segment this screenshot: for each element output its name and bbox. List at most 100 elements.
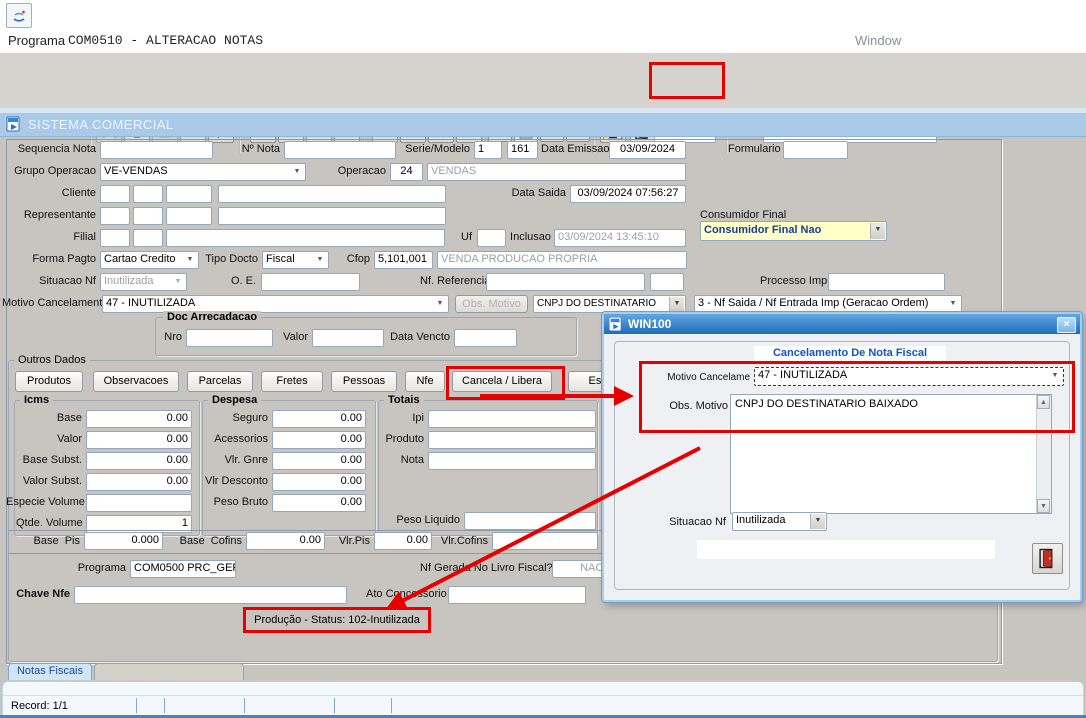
tipo-nf-value: 3 - Nf Saida / Nf Entrada Imp (Geracao O… (698, 297, 928, 309)
dialog-title-bar[interactable]: WIN100 × (604, 314, 1080, 334)
chave-nfe-field[interactable] (74, 586, 347, 604)
close-icon[interactable]: × (1057, 317, 1076, 333)
representante-name-field[interactable] (218, 207, 446, 225)
chevron-down-icon[interactable]: ▼ (870, 223, 885, 239)
icms-valor-field[interactable]: 0.00 (86, 431, 192, 449)
chevron-down-icon[interactable]: ▼ (433, 297, 447, 311)
nota-field[interactable] (428, 452, 596, 470)
icms-valor-subst-field[interactable]: 0.00 (86, 473, 192, 491)
seguro-field[interactable]: 0.00 (272, 410, 366, 428)
record-indicator: Record: 1/1 (11, 700, 68, 712)
cliente-field-1[interactable] (100, 185, 130, 203)
especie-volume-field[interactable] (86, 494, 192, 512)
cfop-label: Cfop (340, 253, 370, 266)
ato-concessorio-field[interactable] (448, 586, 586, 604)
oe-field[interactable] (261, 273, 360, 291)
acessorios-field[interactable]: 0.00 (272, 431, 366, 449)
nro-field[interactable] (186, 329, 273, 347)
peso-bruto-field[interactable]: 0.00 (272, 494, 366, 512)
dialog-title: WIN100 (628, 317, 671, 331)
tab-produtos[interactable]: Produtos (15, 371, 83, 392)
tab-cancela-libera[interactable]: Cancela / Libera (452, 371, 552, 392)
tab-fretes[interactable]: Fretes (261, 371, 323, 392)
data-vencto-field[interactable] (454, 329, 517, 347)
representante-field-3[interactable] (166, 207, 212, 225)
sequencia-nota-field[interactable] (100, 141, 213, 159)
icms-base-field[interactable]: 0.00 (86, 410, 192, 428)
grupo-operacao-dropdown[interactable]: VE-VENDAS ▼ (100, 163, 306, 181)
vlr-cofins-field[interactable] (492, 532, 598, 550)
vlr-gnre-field[interactable]: 0.00 (272, 452, 366, 470)
dialog-obs-textarea[interactable]: CNPJ DO DESTINATARIO BAIXADO ▲ ▼ (730, 394, 1052, 514)
dialog-motivo-dropdown[interactable]: 47 - INUTILIZADA ▼ (754, 367, 1064, 386)
operacao-code-field[interactable]: 24 (390, 163, 423, 181)
uf-field[interactable] (477, 229, 506, 247)
nf-referencia-field-2[interactable] (650, 273, 684, 291)
chevron-down-icon[interactable]: ▼ (183, 253, 197, 267)
cliente-name-field[interactable] (218, 185, 446, 203)
chevron-down-icon[interactable]: ▼ (669, 297, 684, 311)
dialog-situacao-dropdown[interactable]: Inutilizada ▼ (732, 512, 827, 531)
java-applet-icon[interactable] (6, 3, 32, 28)
base-pis-field[interactable]: 0.000 (84, 532, 163, 550)
vlr-pis-field[interactable]: 0.00 (374, 532, 432, 550)
produto-label: Produto (382, 433, 424, 446)
forma-pagto-dropdown[interactable]: Cartao Credito ▼ (100, 251, 199, 269)
obs-motivo-dropdown[interactable]: CNPJ DO DESTINATARIO ▼ (533, 295, 686, 313)
tab-notas-fiscais[interactable]: Notas Fiscais (8, 663, 92, 680)
dialog-exit-button[interactable] (1032, 543, 1063, 574)
data-saida-field[interactable]: 03/09/2024 07:56:27 (570, 185, 686, 203)
vlr-desconto-field[interactable]: 0.00 (272, 473, 366, 491)
valor-field[interactable] (312, 329, 384, 347)
tab-empty[interactable] (94, 663, 244, 680)
peso-liquido-field[interactable] (464, 512, 596, 530)
formulario-field[interactable] (783, 141, 848, 159)
obs-motivo-button: Obs. Motivo (455, 295, 528, 313)
tab-pessoas[interactable]: Pessoas (331, 371, 397, 392)
inclusao-label: Inclusao (509, 231, 551, 244)
menu-programa[interactable]: Programa (8, 33, 65, 48)
processo-imp-field[interactable] (828, 273, 945, 291)
scroll-down-icon[interactable]: ▼ (1037, 499, 1050, 513)
cliente-field-2[interactable] (133, 185, 163, 203)
tab-nfe[interactable]: Nfe (405, 371, 445, 392)
filial-name-field[interactable] (166, 229, 445, 247)
representante-field-2[interactable] (133, 207, 163, 225)
tipo-docto-value: Fiscal (266, 253, 295, 265)
chevron-down-icon[interactable]: ▼ (810, 514, 825, 529)
consumidor-final-dropdown[interactable]: Consumidor Final Nao ▼ (700, 221, 887, 241)
cfop-code-field[interactable]: 5,101,001 (374, 251, 433, 269)
tab-parcelas[interactable]: Parcelas (187, 371, 253, 392)
no-nota-field[interactable] (284, 141, 396, 159)
ipi-field[interactable] (428, 410, 596, 428)
nf-referencia-label: Nf. Referencia (420, 275, 482, 288)
icms-base-subst-field[interactable]: 0.00 (86, 452, 192, 470)
data-emissao-field[interactable]: 03/09/2024 (609, 141, 686, 159)
filial-field-2[interactable] (133, 229, 163, 247)
menu-window[interactable]: Window (855, 33, 901, 48)
programa-field[interactable]: COM0500 PRC_GERA (130, 560, 236, 578)
filial-field-1[interactable] (100, 229, 130, 247)
chevron-down-icon[interactable]: ▼ (313, 253, 327, 267)
chevron-down-icon[interactable]: ▼ (1048, 369, 1062, 384)
scrollbar[interactable]: ▲ ▼ (1036, 395, 1051, 513)
produto-field[interactable] (428, 431, 596, 449)
scroll-up-icon[interactable]: ▲ (1037, 395, 1050, 409)
nf-referencia-field[interactable] (486, 273, 645, 291)
serie-field[interactable]: 1 (474, 141, 502, 159)
representante-field-1[interactable] (100, 207, 130, 225)
tipo-nf-dropdown[interactable]: 3 - Nf Saida / Nf Entrada Imp (Geracao O… (694, 295, 962, 313)
seguro-label: Seguro (206, 412, 268, 425)
modelo-field[interactable]: 161 (507, 141, 538, 159)
status-separator (136, 698, 137, 713)
grupo-operacao-label: Grupo Operacao (8, 165, 96, 178)
cliente-field-3[interactable] (166, 185, 212, 203)
tab-observacoes[interactable]: Observacoes (93, 371, 179, 392)
tipo-docto-dropdown[interactable]: Fiscal ▼ (262, 251, 329, 269)
chevron-down-icon[interactable]: ▼ (290, 165, 304, 179)
dialog-situacao-value: Inutilizada (736, 514, 786, 526)
chevron-down-icon[interactable]: ▼ (946, 297, 960, 311)
motivo-cancelamento-dropdown[interactable]: 47 - INUTILIZADA ▼ (102, 295, 449, 313)
base-cofins-field[interactable]: 0.00 (246, 532, 325, 550)
menu-bar: Programa COM0510 - ALTERACAO NOTAS Windo… (0, 28, 1086, 53)
